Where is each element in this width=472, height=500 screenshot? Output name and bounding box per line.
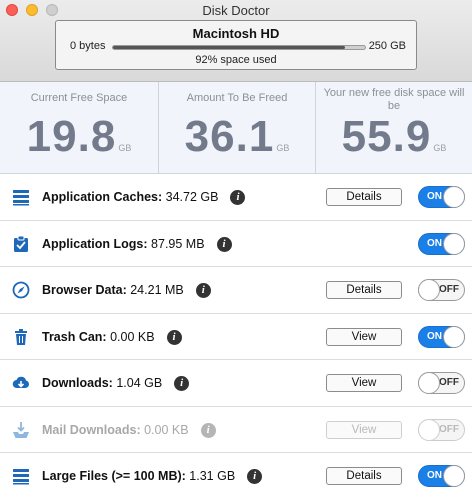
details-button[interactable]: Details [326,281,402,299]
toggle-knob [443,465,465,487]
row-category: Application Caches: [42,190,163,204]
cleanup-row: Application Caches: 34.72 GB i Details ON [0,174,472,221]
row-size: 87.95 MB [151,236,205,251]
row-category: Browser Data: [42,283,127,297]
details-button[interactable]: Details [326,188,402,206]
row-size: 24.21 MB [130,283,184,297]
toggle-knob [443,325,465,348]
cleanup-list: Application Caches: 34.72 GB i Details ON Ap… [0,174,472,500]
row-label: Downloads: 1.04 GB i [42,376,190,392]
view-button[interactable]: View [326,327,402,346]
space-summary: Current Free Space 19.8 GB Amount To Be F… [0,82,472,174]
stat-value: 55.9 GB [316,112,472,162]
info-icon[interactable]: i [230,190,246,206]
row-label: Browser Data: 24.21 MB i [42,283,211,299]
row-toggle[interactable]: ON [418,232,465,255]
disk-max-label: 250 GB [368,40,406,52]
row-label: Application Caches: 34.72 GB i [42,190,246,206]
row-category: Mail Downloads: [42,422,141,437]
row-toggle: OFF [418,418,465,441]
tray-download-icon [12,421,30,439]
details-button[interactable]: Details [326,467,402,485]
row-size: 34.72 GB [165,190,219,204]
cleanup-row: Mail Downloads: 0.00 KB i View OFF [0,407,472,453]
disk-min-label: 0 bytes [70,40,106,52]
stat-number: 36.1 [184,112,275,161]
disk-used-label: 92% space used [195,54,277,66]
disk-name: Macintosh HD [192,26,280,41]
toggle-state-label: OFF [439,377,459,388]
disk-usage-bar [112,45,366,50]
trash-icon [12,328,30,346]
toggle-state-label: ON [427,191,442,202]
cloud-download-icon [12,374,30,392]
row-label: Mail Downloads: 0.00 KB i [42,423,216,438]
cleanup-row: Trash Can: 0.00 KB i View ON [0,314,472,360]
cleanup-row: Downloads: 1.04 GB i View OFF [0,360,472,407]
stack-icon [12,188,30,206]
cleanup-row: Browser Data: 24.21 MB i Details OFF [0,267,472,314]
row-category: Large Files (>= 100 MB): [42,469,186,483]
stat-new-free: Your new free disk space will be 55.9 GB [315,82,472,174]
row-label: Trash Can: 0.00 KB i [42,330,182,345]
disk-usage-fill [113,46,345,49]
row-size: 0.00 KB [144,422,189,437]
info-icon[interactable]: i [195,283,211,299]
window-title: Disk Doctor [202,3,270,18]
view-button: View [326,420,402,439]
toggle-state-label: ON [427,330,442,342]
info-icon[interactable]: i [200,422,216,438]
toggle-state-label: ON [427,470,442,481]
stat-unit: GB [433,143,447,153]
toggle-knob [443,232,465,255]
view-button[interactable]: View [326,374,402,392]
stat-value: 19.8 GB [0,112,158,162]
cleanup-row: Application Logs: 87.95 MB i ON [0,221,472,267]
stat-label: Current Free Space [30,92,128,104]
row-size: 0.00 KB [110,329,155,344]
info-icon[interactable]: i [174,376,190,392]
toggle-knob [418,279,440,301]
row-toggle[interactable]: OFF [418,372,465,394]
row-size: 1.31 GB [189,469,236,483]
stat-number: 19.8 [26,112,117,161]
toggle-knob [418,372,440,394]
toggle-knob [443,186,465,208]
row-category: Downloads: [42,376,113,390]
toggle-state-label: ON [427,237,442,249]
stat-label: Amount To Be Freed [186,92,288,104]
info-icon[interactable]: i [216,236,232,252]
toggle-state-label: OFF [439,284,459,295]
clipboard-check-icon [12,235,30,253]
stat-number: 55.9 [341,112,432,161]
row-category: Application Logs: [42,236,148,251]
row-toggle[interactable]: ON [418,325,465,348]
compass-icon [12,281,30,299]
stat-unit: GB [276,143,290,153]
disk-usage-panel: Macintosh HD 0 bytes 250 GB 92% space us… [55,20,417,70]
row-category: Trash Can: [42,329,107,344]
cleanup-row: Large Files (>= 100 MB): 1.31 GB i Details… [0,453,472,500]
stat-value: 36.1 GB [159,112,315,162]
row-label: Large Files (>= 100 MB): 1.31 GB i [42,469,263,485]
info-icon[interactable]: i [247,469,263,485]
row-toggle[interactable]: OFF [418,279,465,301]
toggle-state-label: OFF [439,423,459,435]
stack-icon [12,467,30,485]
info-icon[interactable]: i [166,329,182,345]
stat-unit: GB [118,143,132,153]
row-toggle[interactable]: ON [418,465,465,487]
row-size: 1.04 GB [116,376,163,390]
stat-label: Your new free disk space will be [323,87,465,112]
title-bar: Disk Doctor Macintosh HD 0 bytes 250 GB … [0,0,472,82]
row-label: Application Logs: 87.95 MB i [42,237,232,252]
stat-current-free: Current Free Space 19.8 GB [0,82,158,174]
row-toggle[interactable]: ON [418,186,465,208]
stat-amount-freed: Amount To Be Freed 36.1 GB [158,82,315,174]
toggle-knob [418,418,440,441]
